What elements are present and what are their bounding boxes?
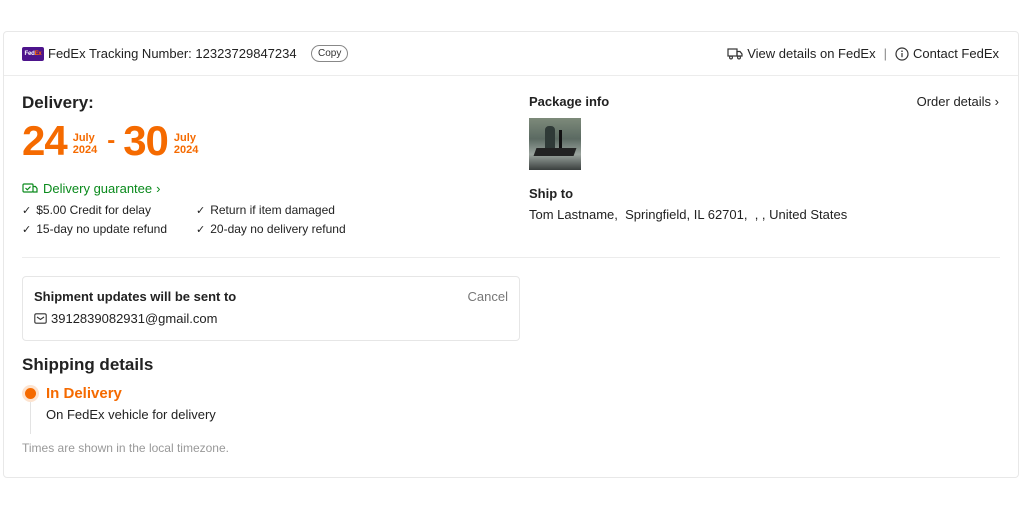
chevron-right-icon: › — [156, 181, 161, 196]
perk-label: 15-day no update refund — [36, 222, 167, 236]
shipping-details-title: Shipping details — [22, 355, 154, 374]
date-dash: - — [107, 127, 116, 154]
guarantee-label: Delivery guarantee — [43, 181, 153, 196]
start-year: 2024 — [72, 144, 98, 156]
ship-to-label: Ship to — [529, 186, 574, 201]
perk-item: ✓ 20-day no delivery refund — [196, 222, 346, 236]
email-row: 3912839082931@gmail.com — [34, 311, 217, 326]
perk-label: 20-day no delivery refund — [210, 222, 346, 236]
info-icon — [895, 46, 909, 61]
truck-icon — [727, 48, 743, 60]
end-month: July — [173, 132, 196, 144]
start-day: 24 — [22, 117, 68, 164]
end-year: 2024 — [173, 144, 199, 156]
fedex-logo: FedEx — [22, 47, 44, 61]
package-info-label: Package info — [529, 94, 610, 109]
cancel-button[interactable]: Cancel — [468, 289, 508, 304]
end-month-year: July 2024 — [174, 126, 198, 156]
timeline-line — [30, 402, 31, 434]
tracking-header: FedEx FedEx Tracking Number: 12323729847… — [4, 32, 1018, 76]
tracking-number: FedEx Tracking Number: 12323729847234 — [48, 46, 297, 61]
check-icon: ✓ — [196, 204, 206, 217]
view-details-link[interactable]: View details on FedEx — [727, 46, 876, 61]
truck-check-icon — [22, 183, 38, 193]
perk-item: ✓ Return if item damaged — [196, 203, 335, 217]
package-thumbnail[interactable] — [529, 118, 581, 170]
check-icon: ✓ — [22, 223, 32, 236]
thumbnail-tread — [533, 148, 577, 156]
chevron-right-icon: › — [994, 94, 999, 109]
delivery-guarantee-link[interactable]: Delivery guarantee › — [22, 181, 160, 196]
perk-label: Return if item damaged — [210, 203, 335, 217]
check-icon: ✓ — [22, 204, 32, 217]
status-dot — [25, 388, 36, 399]
delivery-status: In Delivery — [46, 385, 122, 402]
contact-label: Contact FedEx — [913, 46, 999, 61]
start-month: July — [72, 132, 95, 144]
perk-item: ✓ $5.00 Credit for delay — [22, 203, 151, 217]
copy-button[interactable]: Copy — [311, 45, 349, 62]
tracking-card: FedEx FedEx Tracking Number: 12323729847… — [3, 31, 1019, 478]
check-icon: ✓ — [196, 223, 206, 236]
section-divider — [22, 257, 1000, 258]
contact-link[interactable]: Contact FedEx — [895, 46, 999, 61]
delivery-status-description: On FedEx vehicle for delivery — [46, 407, 216, 422]
email-address: 3912839082931@gmail.com — [51, 311, 218, 326]
view-details-label: View details on FedEx — [747, 46, 876, 61]
end-day: 30 — [123, 117, 169, 164]
timezone-note: Times are shown in the local timezone. — [22, 441, 229, 455]
header-separator: | — [883, 46, 887, 61]
mail-icon — [34, 313, 47, 324]
perk-item: ✓ 15-day no update refund — [22, 222, 167, 236]
header-links: View details on FedEx | Contact FedEx — [727, 46, 999, 61]
shipment-updates-box: Shipment updates will be sent to Cancel … — [22, 276, 520, 341]
order-details-link[interactable]: Order details › — [917, 94, 999, 109]
updates-title: Shipment updates will be sent to — [34, 289, 237, 304]
order-details-label: Order details — [916, 94, 992, 109]
ship-to-address: Tom Lastname, Springfield, IL 62701, , ,… — [529, 207, 848, 222]
perk-label: $5.00 Credit for delay — [36, 203, 151, 217]
thumbnail-rail — [559, 130, 562, 150]
start-month-year: July 2024 — [73, 126, 97, 156]
delivery-label: Delivery: — [22, 93, 94, 112]
delivery-date-range: 24 July 2024 - 30 July 2024 — [22, 119, 198, 163]
